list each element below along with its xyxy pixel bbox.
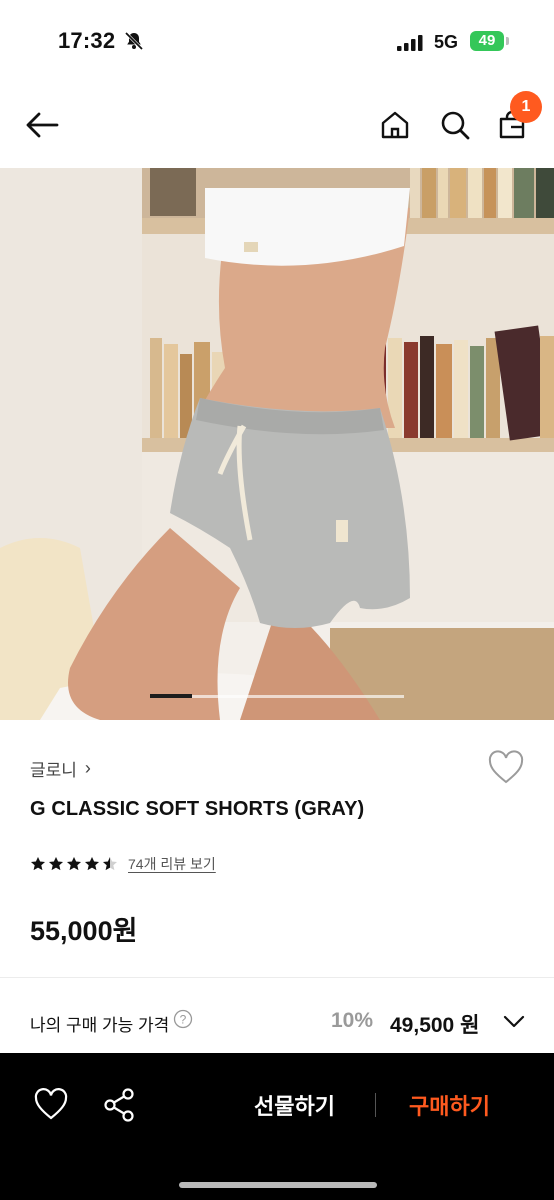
heart-icon[interactable] bbox=[486, 748, 526, 788]
cart-count-badge: 1 bbox=[510, 91, 542, 123]
home-icon bbox=[381, 111, 409, 139]
my-price-label: 나의 구매 가능 가격 bbox=[30, 1016, 170, 1035]
discount-rate: 10% bbox=[331, 1009, 374, 1032]
svg-text:?: ? bbox=[180, 1013, 187, 1027]
search-button[interactable] bbox=[433, 103, 477, 147]
home-button[interactable] bbox=[373, 103, 417, 147]
battery-tip bbox=[506, 37, 509, 45]
brand-name: 글로니 bbox=[30, 761, 77, 780]
rating-stars bbox=[30, 856, 118, 872]
status-time: 17:32 bbox=[58, 28, 116, 53]
product-photo bbox=[0, 168, 554, 720]
star-icon bbox=[103, 857, 117, 871]
signal-icon bbox=[397, 35, 423, 51]
buy-button[interactable]: 구매하기 bbox=[409, 1089, 490, 1121]
product-name: G CLASSIC SOFT SHORTS (GRAY) bbox=[30, 798, 365, 820]
network-label: 5G bbox=[434, 32, 459, 52]
rating-row: 74개 리뷰 보기 bbox=[30, 854, 216, 874]
battery-icon: 49 bbox=[470, 31, 504, 51]
carousel-progress bbox=[150, 694, 193, 698]
status-bar: 17:32 5G 49 bbox=[0, 0, 554, 80]
my-price-row[interactable]: 나의 구매 가능 가격 ? 10% 49,500 원 bbox=[0, 978, 554, 1053]
product-price: 55,000원 bbox=[30, 916, 138, 946]
brand-link[interactable]: 글로니 › bbox=[30, 756, 91, 781]
search-icon bbox=[441, 111, 470, 140]
review-link[interactable]: 74개 리뷰 보기 bbox=[128, 854, 216, 874]
final-price: 49,500 원 bbox=[390, 1014, 480, 1037]
star-icon bbox=[67, 857, 81, 871]
back-button[interactable] bbox=[20, 103, 64, 147]
gift-button[interactable]: 선물하기 bbox=[254, 1089, 335, 1121]
home-indicator bbox=[179, 1182, 377, 1188]
help-icon[interactable]: ? bbox=[173, 1009, 193, 1029]
share-icon[interactable] bbox=[100, 1085, 140, 1125]
bell-slash-icon bbox=[124, 31, 144, 51]
divider bbox=[375, 1093, 376, 1117]
chevron-right-icon: › bbox=[84, 758, 91, 778]
star-icon bbox=[49, 857, 63, 871]
star-icon bbox=[31, 857, 45, 871]
bottom-action-bar: 선물하기 구매하기 bbox=[0, 1053, 554, 1200]
product-image-carousel[interactable] bbox=[0, 168, 554, 720]
heart-icon[interactable] bbox=[31, 1085, 71, 1125]
chevron-down-icon[interactable] bbox=[502, 1011, 526, 1031]
back-arrow-icon bbox=[26, 112, 59, 138]
star-icon bbox=[85, 857, 99, 871]
